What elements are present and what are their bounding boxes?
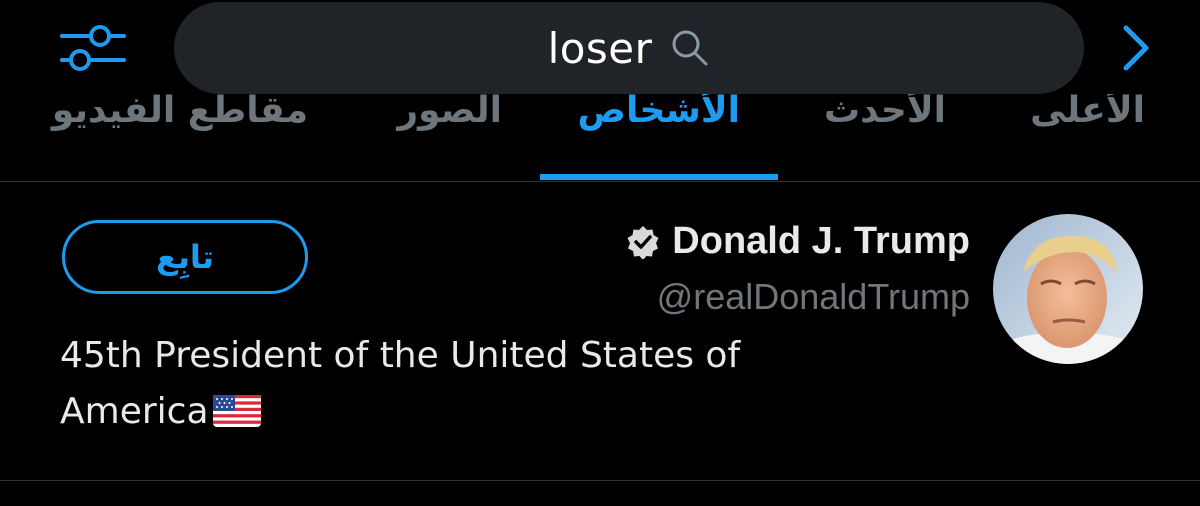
result-divider: [0, 480, 1200, 481]
user-bio: 45th President of the United States of A…: [60, 328, 860, 440]
search-query: loser: [547, 23, 653, 73]
avatar[interactable]: [993, 214, 1143, 364]
user-handle: @realDonaldTrump: [656, 276, 970, 317]
follow-label: تابِع: [156, 238, 214, 276]
search-tabs: الأعلى الأحدث الأشخاص الصور مقاطع الفيدي…: [0, 94, 1200, 180]
forward-button[interactable]: [1114, 22, 1158, 74]
tab-people[interactable]: الأشخاص: [578, 94, 740, 131]
name-row: Donald J. Trump: [626, 220, 970, 263]
display-name: Donald J. Trump: [672, 220, 970, 262]
chevron-right-icon: [1114, 22, 1158, 74]
search-icon: [670, 28, 710, 68]
top-bar: loser: [0, 0, 1200, 100]
search-input[interactable]: loser: [174, 2, 1084, 94]
tab-videos[interactable]: مقاطع الفيديو: [52, 94, 308, 131]
sliders-icon: [56, 22, 130, 74]
user-result-row[interactable]: Donald J. Trump @realDonaldTrump تابِع 4…: [0, 182, 1200, 480]
tab-latest[interactable]: الأحدث: [824, 94, 946, 131]
us-flag-icon: [212, 395, 261, 427]
tab-photos[interactable]: الصور: [397, 94, 502, 131]
follow-button[interactable]: تابِع: [62, 220, 308, 294]
active-tab-indicator: [540, 174, 778, 180]
verified-badge-icon: [626, 225, 660, 259]
tab-top[interactable]: الأعلى: [1030, 94, 1145, 131]
search-filter-button[interactable]: [56, 22, 130, 74]
bio-text: 45th President of the United States of A…: [60, 335, 741, 432]
